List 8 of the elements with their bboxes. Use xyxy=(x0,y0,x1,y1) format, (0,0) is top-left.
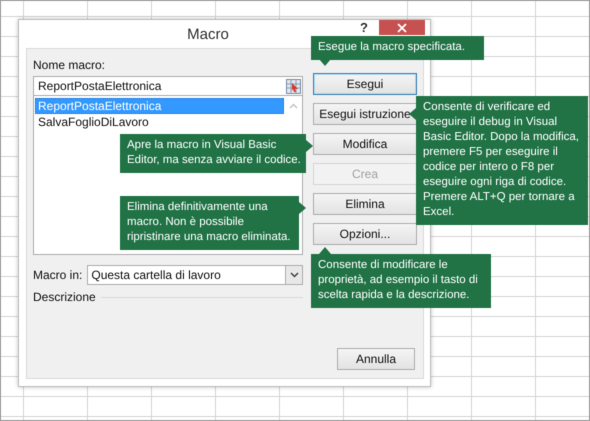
callout-tooltip: Apre la macro in Visual Basic Editor, ma senza avviare il codice. xyxy=(120,134,306,173)
window-title: Macro xyxy=(186,26,230,42)
callout-tooltip: Consente di modificare le proprietà, ad esempio il tasto di scelta rapida e la descrizione. xyxy=(311,254,491,308)
macro-in-label: Macro in: xyxy=(33,267,82,283)
description-label: Descrizione xyxy=(33,289,96,305)
macro-name-label: Nome macro: xyxy=(33,57,106,73)
callout-tooltip: Elimina definitivamente una macro. Non è possibile ripristinare una macro eliminata. xyxy=(120,196,299,250)
callout-tooltip: Consente di verificare ed eseguire il debug in Visual Basic Editor. Dopo la modifica, premere F5 per eseguire il codice per intero o F8 per eseguire ogni riga di codice. Premere ALT+Q per tornare a Excel. xyxy=(416,96,588,225)
